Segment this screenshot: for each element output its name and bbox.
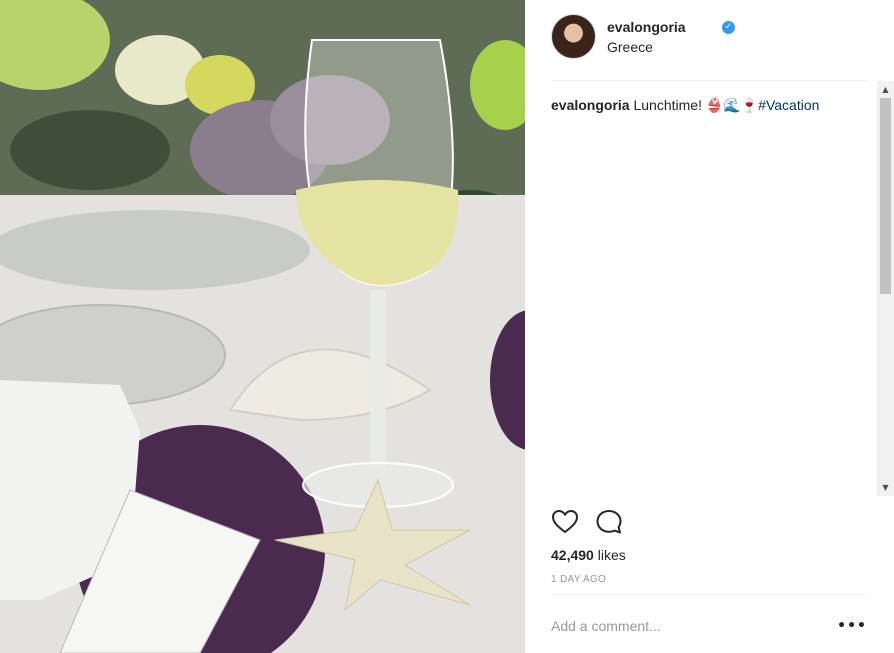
verified-badge-icon: ✓	[722, 21, 735, 34]
like-button[interactable]	[551, 508, 579, 536]
post-photo-illustration	[0, 0, 525, 653]
scrollbar[interactable]: ▲ ▼	[877, 81, 894, 496]
scroll-up-arrow-icon[interactable]: ▲	[877, 81, 894, 98]
comment-form: •••	[551, 609, 869, 643]
comment-button[interactable]	[595, 508, 623, 536]
likes-label: likes	[593, 547, 626, 563]
caption-hashtag-link[interactable]: #Vacation	[758, 97, 819, 113]
location-link[interactable]: Greece	[607, 39, 653, 55]
likes-count[interactable]: 42,490 likes	[551, 547, 626, 563]
post-header: evalongoria ✓ Greece	[551, 14, 867, 60]
scrollbar-thumb[interactable]	[880, 98, 891, 294]
caption-username-link[interactable]: evalongoria	[551, 97, 630, 113]
likes-number: 42,490	[551, 547, 594, 563]
avatar[interactable]	[551, 14, 596, 59]
post-actions	[551, 508, 867, 536]
more-options-icon[interactable]: •••	[837, 618, 867, 634]
username-link[interactable]: evalongoria	[607, 19, 686, 35]
heart-outline-icon	[551, 509, 579, 534]
post-details-panel: evalongoria ✓ Greece evalongoria Lunchti…	[525, 0, 894, 653]
speech-bubble-icon	[596, 510, 622, 534]
comments-scroll-area[interactable]: evalongoria Lunchtime! 👙🌊🍷#Vacation	[551, 81, 867, 496]
comment-input[interactable]	[551, 609, 831, 643]
caption-text: Lunchtime! 👙🌊🍷	[629, 97, 759, 113]
post-caption: evalongoria Lunchtime! 👙🌊🍷#Vacation	[551, 96, 819, 114]
scroll-down-arrow-icon[interactable]: ▼	[877, 479, 894, 496]
post-photo[interactable]	[0, 0, 525, 653]
comment-divider	[551, 594, 867, 595]
post-timestamp[interactable]: 1 DAY AGO	[551, 574, 606, 585]
